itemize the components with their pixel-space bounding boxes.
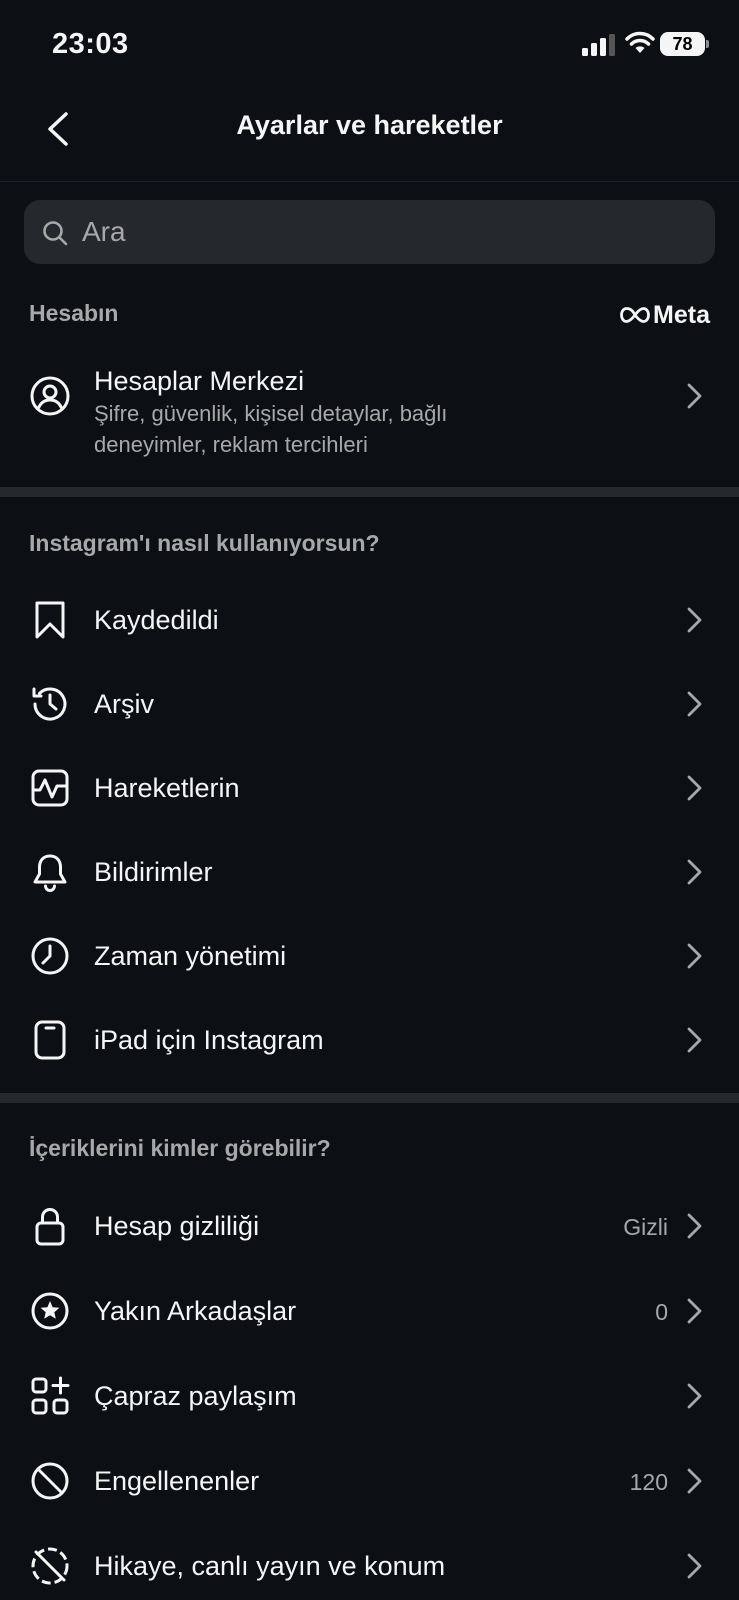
navigation-bar: Ayarlar ve hareketler [0,90,739,182]
settings-item-label: Hareketlerin [94,773,240,803]
chevron-right-icon [686,1467,704,1495]
settings-item-value: Gizli [623,1214,668,1240]
chevron-right-icon [686,1382,704,1410]
settings-item-label: iPad için Instagram [94,1025,324,1055]
settings-item-blocked[interactable]: Engellenenler 120 [0,1439,739,1524]
settings-item-label: Yakın Arkadaşlar [94,1296,297,1326]
chevron-right-icon [686,382,704,410]
settings-item-saved[interactable]: Kaydedildi [0,578,739,662]
blocked-icon [30,1461,70,1501]
account-circle-icon [30,376,70,416]
status-time: 23:03 [52,28,129,60]
settings-item-value: 0 [655,1299,668,1325]
meta-logo: Meta [620,300,710,330]
chevron-right-icon [686,942,704,970]
page-title: Ayarlar ve hareketler [236,110,503,140]
settings-item-time-management[interactable]: Zaman yönetimi [0,914,739,998]
meta-brand-text: Meta [653,300,710,329]
section-divider [0,1093,739,1103]
settings-item-value: 120 [629,1469,668,1495]
accounts-center-item[interactable]: Hesaplar Merkezi Şifre, güvenlik, kişise… [0,360,739,470]
wifi-icon [625,31,655,55]
tablet-icon [30,1020,70,1060]
settings-item-ipad[interactable]: iPad için Instagram [0,998,739,1082]
settings-item-close-friends[interactable]: Yakın Arkadaşlar 0 [0,1269,739,1354]
grid-plus-icon [30,1376,70,1416]
story-location-off-icon [30,1546,70,1586]
settings-item-story-live-location[interactable]: Hikaye, canlı yayın ve konum [0,1524,739,1600]
chevron-right-icon [686,606,704,634]
chevron-right-icon [686,858,704,886]
chevron-right-icon [686,1212,704,1240]
bell-icon [30,852,70,892]
accounts-center-subtitle-1: Şifre, güvenlik, kişisel detaylar, bağlı [94,401,448,426]
section-title-usage: Instagram'ı nasıl kullanıyorsun? [29,530,380,556]
settings-item-label: Arşiv [94,689,154,719]
settings-item-label: Engellenenler [94,1466,260,1496]
settings-item-label: Kaydedildi [94,605,219,635]
battery-level: 78 [660,32,705,56]
bookmark-icon [30,600,70,640]
chevron-right-icon [686,1297,704,1325]
battery-icon: 78 [660,30,710,58]
clock-icon [30,936,70,976]
battery-tip [706,40,709,48]
section-divider [0,487,739,497]
settings-item-notifications[interactable]: Bildirimler [0,830,739,914]
accounts-center-label: Hesaplar Merkezi [94,366,305,396]
activity-icon [30,768,70,808]
settings-item-label: Hikaye, canlı yayın ve konum [94,1551,446,1581]
status-bar: 23:03 78 [0,0,739,90]
settings-item-label: Zaman yönetimi [94,941,287,971]
settings-item-label: Çapraz paylaşım [94,1381,297,1411]
star-circle-icon [30,1291,70,1331]
chevron-right-icon [686,1552,704,1580]
archive-history-icon [30,684,70,724]
lock-icon [30,1206,70,1246]
section-title-privacy: İçeriklerini kimler görebilir? [29,1135,331,1161]
chevron-right-icon [686,1026,704,1054]
search-input[interactable] [82,200,682,264]
settings-item-label: Hesap gizliliği [94,1211,260,1241]
chevron-right-icon [686,774,704,802]
meta-infinity-icon [620,307,650,323]
accounts-center-subtitle-2: deneyimler, reklam tercihleri [94,432,368,457]
cellular-signal-icon [582,34,618,56]
settings-item-archive[interactable]: Arşiv [0,662,739,746]
settings-item-account-privacy[interactable]: Hesap gizliliği Gizli [0,1184,739,1269]
settings-item-activity[interactable]: Hareketlerin [0,746,739,830]
settings-item-crossposting[interactable]: Çapraz paylaşım [0,1354,739,1439]
section-title-account: Hesabın [29,300,119,326]
chevron-right-icon [686,690,704,718]
search-bar[interactable] [24,200,715,264]
settings-item-label: Bildirimler [94,857,213,887]
search-icon [42,220,68,246]
